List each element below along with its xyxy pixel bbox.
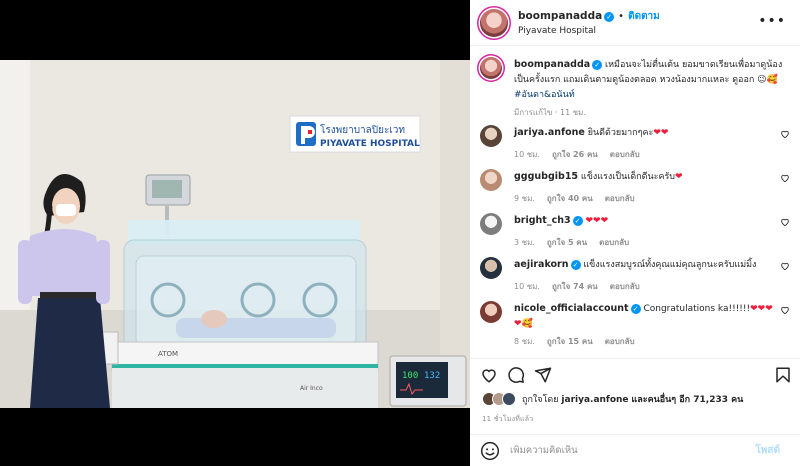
share-send-icon[interactable]	[534, 366, 552, 384]
hospital-photo: โรงพยาบาลปิยะเวท PIYAVATE HOSPITAL ATOM …	[0, 60, 470, 408]
comment-hearts: ❤❤❤	[585, 216, 609, 226]
comment-item: nicole_officialaccount ✓ Congratulations …	[480, 301, 792, 349]
action-bar	[470, 358, 800, 388]
incubator-brand-text: ATOM	[158, 350, 178, 358]
comments-list[interactable]: boompanadda ✓ เหมือนจะไม่ตื่นเต้น ยอมขาดเ…	[470, 47, 800, 352]
monitor-value-2: 132	[424, 371, 440, 381]
incubator: ATOM Air Inco	[93, 220, 379, 408]
comment-likes[interactable]: ถูกใจ 74 คน	[552, 282, 598, 291]
commenter-avatar[interactable]	[480, 169, 502, 191]
post-comment-button[interactable]: โพสต์	[755, 443, 780, 458]
comment-time: 3 ชม.	[514, 238, 535, 247]
follow-button[interactable]: ติดตาม	[628, 11, 660, 22]
comment-hearts: ❤❤❤	[750, 304, 773, 314]
more-options-icon[interactable]: •••	[758, 13, 786, 29]
post-timestamp[interactable]: 11 ชั่วโมงที่แล้ว	[482, 414, 533, 425]
liked-by-suffix[interactable]: และคนอื่นๆ อีก 71,233 คน	[631, 395, 743, 405]
caption-username[interactable]: boompanadda	[514, 59, 590, 70]
comment-item: gggubgib15 แข็งแรงเป็นเด็กดีนะครับ❤ 9 ชม…	[480, 169, 792, 206]
comment-hearts: ❤	[675, 172, 683, 182]
post-detail-panel: boompanadda ✓ • ติดตาม Piyavate Hospital ••…	[470, 0, 800, 466]
commenter-username[interactable]: bright_ch3	[514, 215, 571, 226]
verified-badge-icon: ✓	[604, 12, 615, 22]
vital-monitor: 100 132	[389, 355, 467, 407]
like-comment-heart-icon[interactable]	[780, 261, 790, 271]
post-header: boompanadda ✓ • ติดตาม Piyavate Hospital ••…	[470, 0, 800, 46]
comment-likes[interactable]: ถูกใจ 15 คน	[547, 337, 593, 346]
like-heart-icon[interactable]	[480, 366, 498, 384]
caption-hashtag[interactable]: #อันดา&อนันท์	[514, 90, 575, 100]
like-comment-heart-icon[interactable]	[780, 173, 790, 183]
verified-badge-icon: ✓	[572, 216, 583, 226]
comment-time: 10 ชม.	[514, 150, 540, 159]
verified-badge-icon: ✓	[570, 260, 581, 270]
like-comment-heart-icon[interactable]	[780, 305, 790, 315]
emoji-smiley-icon[interactable]	[480, 441, 500, 461]
reply-button[interactable]: ตอบกลับ	[605, 194, 635, 203]
reply-button[interactable]: ตอบกลับ	[599, 238, 629, 247]
comment-bubble-icon[interactable]	[507, 366, 525, 384]
caption-avatar[interactable]	[480, 57, 502, 79]
liked-by-user[interactable]: jariya.anfone	[561, 395, 628, 405]
post-location[interactable]: Piyavate Hospital	[518, 24, 660, 38]
post-photo[interactable]: โรงพยาบาลปิยะเวท PIYAVATE HOSPITAL ATOM …	[0, 60, 470, 408]
comment-item: aejirakorn ✓ แข็งแรงสมบูรณ์ทั้งคุณแม่คุณล…	[480, 257, 792, 294]
commenter-username[interactable]: aejirakorn	[514, 259, 569, 270]
comment-text: Congratulations ka!!!!!!	[643, 304, 751, 314]
comment-hearts: ❤❤	[653, 128, 669, 138]
reply-button[interactable]: ตอบกลับ	[610, 150, 640, 159]
commenter-avatar[interactable]	[480, 257, 502, 279]
likes-summary: ถูกใจโดย jariya.anfone และคนอื่นๆ อีก 71…	[482, 392, 743, 406]
verified-badge-icon: ✓	[592, 60, 603, 70]
comment-text: แข็งแรงเป็นเด็กดีนะครับ	[580, 172, 676, 182]
commenter-avatar[interactable]	[480, 213, 502, 235]
verified-badge-icon: ✓	[630, 304, 641, 314]
author-username[interactable]: boompanadda	[518, 10, 602, 22]
save-bookmark-icon[interactable]	[774, 366, 792, 384]
comment-time: 10 ชม.	[514, 282, 540, 291]
caption: boompanadda ✓ เหมือนจะไม่ตื่นเต้น ยอมขาดเ…	[480, 57, 792, 120]
commenter-avatar[interactable]	[480, 125, 502, 147]
liked-by-prefix: ถูกใจโดย	[522, 395, 559, 405]
sign-thai-text: โรงพยาบาลปิยะเวท	[320, 123, 405, 136]
commenter-username[interactable]: nicole_officialaccount	[514, 303, 629, 314]
comment-time: 8 ชม.	[514, 337, 535, 346]
author-avatar[interactable]	[480, 8, 508, 37]
liker-avatar	[502, 392, 516, 406]
comment-text: แข็งแรงสมบูรณ์ทั้งคุณแม่คุณลูกนะครับแม่ม…	[583, 260, 757, 270]
comment-likes[interactable]: ถูกใจ 40 คน	[547, 194, 593, 203]
like-comment-heart-icon[interactable]	[780, 217, 790, 227]
commenter-username[interactable]: jariya.anfone	[514, 127, 585, 138]
comment-item: jariya.anfone ยินดีด้วยมากๆคะ❤❤ 10 ชม. ถู…	[480, 125, 792, 162]
comment-likes[interactable]: ถูกใจ 26 คน	[552, 150, 598, 159]
commenter-username[interactable]: gggubgib15	[514, 171, 578, 182]
comment-item: bright_ch3 ✓ ❤❤❤ 3 ชม. ถูกใจ 5 คน ตอบกลับ	[480, 213, 792, 250]
add-comment-bar: โพสต์	[470, 434, 800, 466]
photo-pane: โรงพยาบาลปิยะเวท PIYAVATE HOSPITAL ATOM …	[0, 0, 470, 466]
reply-button[interactable]: ตอบกลับ	[605, 337, 635, 346]
comment-extra-emoji: ❤🥰	[514, 319, 533, 329]
hospital-sign: โรงพยาบาลปิยะเวท PIYAVATE HOSPITAL	[289, 115, 421, 153]
separator-dot: •	[618, 11, 625, 22]
incubator-model-text: Air Inco	[300, 385, 323, 392]
sign-english-text: PIYAVATE HOSPITAL	[320, 139, 420, 149]
comment-text: ยินดีด้วยมากๆคะ	[587, 128, 654, 138]
comment-time: 9 ชม.	[514, 194, 535, 203]
reply-button[interactable]: ตอบกลับ	[610, 282, 640, 291]
commenter-avatar[interactable]	[480, 301, 502, 323]
add-comment-input[interactable]	[510, 445, 756, 456]
comment-likes[interactable]: ถูกใจ 5 คน	[547, 238, 587, 247]
author-info: boompanadda ✓ • ติดตาม Piyavate Hospital	[518, 7, 660, 38]
like-comment-heart-icon[interactable]	[780, 129, 790, 139]
monitor-value-1: 100	[402, 371, 418, 381]
caption-meta: มีการแก้ไข · 11 ชม.	[514, 108, 586, 117]
